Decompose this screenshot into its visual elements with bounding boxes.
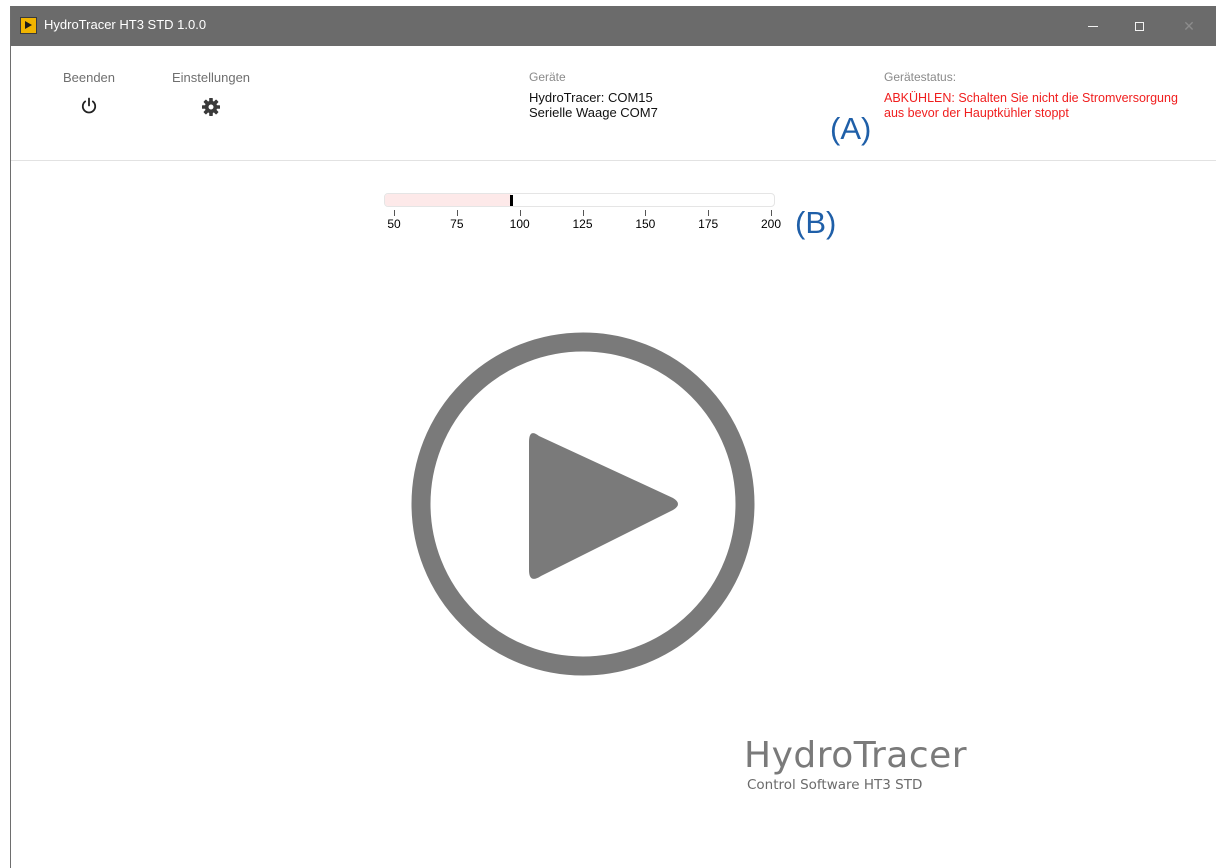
devices-panel: Geräte HydroTracer: COM15 Serielle Waage… <box>529 70 658 120</box>
exit-button[interactable]: Beenden <box>59 70 119 115</box>
minimize-button[interactable] <box>1070 6 1116 46</box>
device-item: HydroTracer: COM15 <box>529 90 653 105</box>
gauge-tick-label: 150 <box>635 217 656 231</box>
gauge-tick-label: 75 <box>450 217 464 231</box>
gauge-tick <box>394 210 395 216</box>
gauge-tick <box>519 210 521 216</box>
gauge-tick <box>771 210 772 216</box>
app-window: HydroTracer HT3 STD 1.0.0 ✕ Beenden Eins… <box>10 6 1216 868</box>
gauge-tick-label: 100 <box>509 217 530 231</box>
annotation-a: (A) <box>830 111 872 146</box>
annotation-b: (B) <box>795 205 837 240</box>
gauge-tick-label: 50 <box>387 217 401 231</box>
title-bar[interactable]: HydroTracer HT3 STD 1.0.0 ✕ <box>11 6 1216 46</box>
gauge-tick <box>582 210 584 216</box>
device-status-panel: Gerätestatus: ABKÜHLEN: Schalten Sie nic… <box>884 70 1184 121</box>
brand-subtitle: Control Software HT3 STD <box>747 777 923 793</box>
gauge-tick-label: 125 <box>572 217 593 231</box>
minimize-icon <box>1088 25 1098 27</box>
gauge-tick <box>708 210 710 216</box>
gauge-fill <box>385 194 511 206</box>
power-icon <box>59 97 119 115</box>
gauge-tick <box>645 210 647 216</box>
close-icon: ✕ <box>1183 17 1195 34</box>
temperature-gauge: 50 75 100 125 150 175 200 <box>384 193 782 243</box>
gear-icon <box>161 97 261 117</box>
device-item: Serielle Waage COM7 <box>529 105 658 120</box>
exit-label: Beenden <box>62 70 116 85</box>
app-logo-icon <box>20 17 37 34</box>
maximize-icon <box>1134 21 1144 31</box>
play-icon <box>411 332 755 676</box>
device-status-message: ABKÜHLEN: Schalten Sie nicht die Stromve… <box>884 91 1178 120</box>
devices-header: Geräte <box>529 70 566 84</box>
window-title: HydroTracer HT3 STD 1.0.0 <box>44 17 207 32</box>
settings-button[interactable]: Einstellungen <box>161 70 261 117</box>
close-button[interactable]: ✕ <box>1166 6 1212 46</box>
gauge-tick-label: 200 <box>760 217 782 231</box>
gauge-tick <box>456 210 458 216</box>
gauge-bar <box>384 193 775 207</box>
brand-name: HydroTracer <box>744 735 968 776</box>
brand-logo: HydroTracer Control Software HT3 STD <box>744 735 968 794</box>
start-button[interactable] <box>411 332 755 676</box>
device-status-header: Gerätestatus: <box>884 70 957 84</box>
toolbar: Beenden Einstellungen Geräte HydroTracer… <box>11 46 1216 161</box>
maximize-button[interactable] <box>1116 6 1162 46</box>
gauge-needle <box>509 195 513 206</box>
gauge-tick-label: 175 <box>698 217 719 231</box>
settings-label: Einstellungen <box>171 70 251 85</box>
